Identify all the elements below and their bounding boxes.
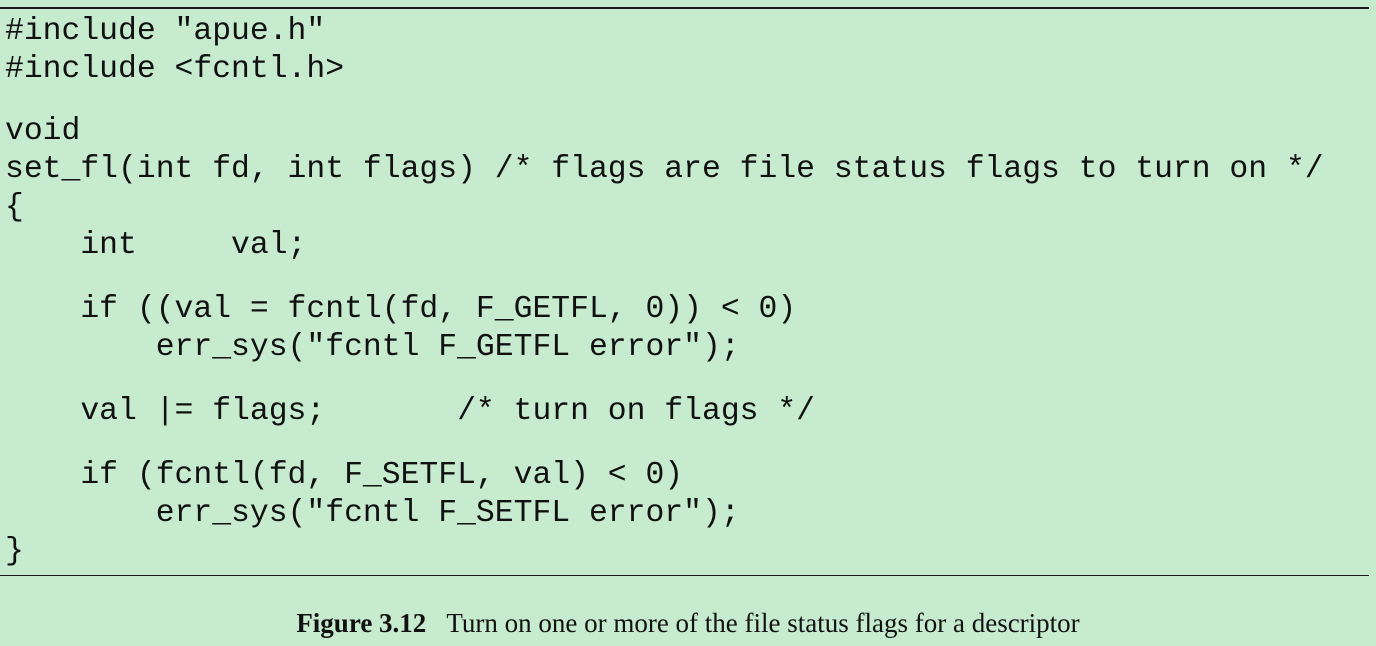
code-line: val |= flags; /* turn on flags */ bbox=[5, 394, 816, 429]
figure-caption: Figure 3.12 Turn on one or more of the fi… bbox=[0, 604, 1376, 642]
top-rule bbox=[0, 7, 1369, 9]
code-line: void bbox=[5, 114, 81, 149]
caption-text: Turn on one or more of the file status f… bbox=[446, 608, 1080, 638]
code-line: if (fcntl(fd, F_SETFL, val) < 0) bbox=[5, 458, 684, 493]
code-line: if ((val = fcntl(fd, F_GETFL, 0)) < 0) bbox=[5, 292, 797, 327]
code-listing: #include "apue.h" #include <fcntl.h> voi… bbox=[5, 13, 1324, 569]
code-line: { bbox=[5, 190, 24, 225]
code-line: err_sys("fcntl F_GETFL error"); bbox=[5, 330, 740, 365]
code-line: #include <fcntl.h> bbox=[5, 52, 345, 87]
code-line: set_fl(int fd, int flags) /* flags are f… bbox=[5, 152, 1324, 187]
code-line: err_sys("fcntl F_SETFL error"); bbox=[5, 496, 740, 531]
bottom-rule bbox=[0, 575, 1369, 576]
code-line: } bbox=[5, 534, 24, 569]
figure-page: #include "apue.h" #include <fcntl.h> voi… bbox=[0, 0, 1376, 646]
figure-label: Figure 3.12 bbox=[296, 608, 427, 638]
code-line: #include "apue.h" bbox=[5, 14, 326, 49]
code-line: int val; bbox=[5, 228, 307, 263]
